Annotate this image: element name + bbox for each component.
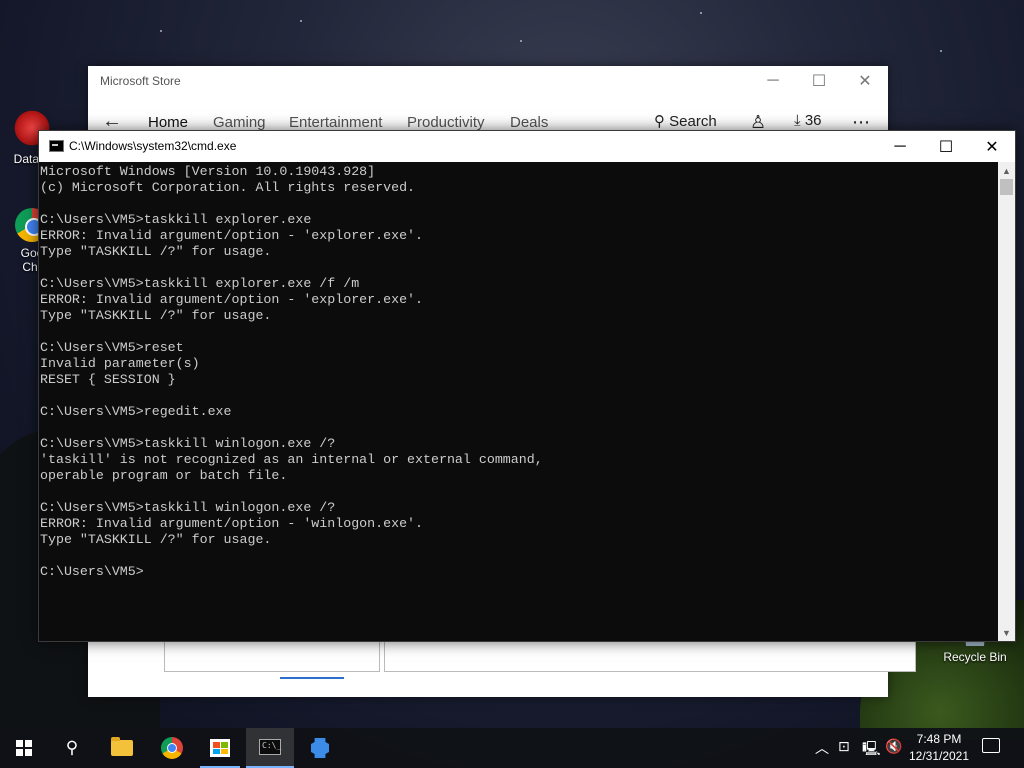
console-line: RESET { SESSION } <box>40 372 176 387</box>
download-icon: ⤓ <box>794 112 801 129</box>
downloads-button[interactable]: ⤓ 36 <box>794 112 822 129</box>
taskbar: ⚲ C:\_ ︿ ⊡ 🖳 🔇 7:48 PM 12/31/2021 <box>0 728 1024 768</box>
store-content-card[interactable] <box>164 640 380 672</box>
scroll-thumb[interactable] <box>1000 179 1013 195</box>
tab-productivity[interactable]: Productivity <box>407 114 485 131</box>
console-line: ERROR: Invalid argument/option - 'explor… <box>40 292 424 307</box>
downloads-count: 36 <box>804 112 822 129</box>
console-line: 'taskill' is not recognized as an intern… <box>40 452 543 467</box>
console-line: ERROR: Invalid argument/option - 'explor… <box>40 228 424 243</box>
store-caption-buttons: ─ ☐ ✕ <box>750 66 888 96</box>
taskbar-cmd[interactable]: C:\_ <box>246 728 294 768</box>
clock[interactable]: 7:48 PM 12/31/2021 <box>902 731 976 765</box>
scroll-up-icon[interactable]: ▲ <box>998 162 1015 179</box>
console-line: C:\Users\VM5>reset <box>40 340 184 355</box>
tab-deals[interactable]: Deals <box>510 114 548 131</box>
console-icon: C:\_ <box>259 739 281 755</box>
star <box>700 12 702 14</box>
console-icon <box>49 140 64 152</box>
store-content-card[interactable] <box>384 640 916 672</box>
volume-muted-icon[interactable]: 🔇 <box>885 738 902 755</box>
cmd-minimize-button[interactable]: ─ <box>877 131 923 162</box>
security-icon[interactable]: ⊡ <box>838 738 850 755</box>
console-line: (c) Microsoft Corporation. All rights re… <box>40 180 416 195</box>
console-line: C:\Users\VM5>taskkill explorer.exe /f /m <box>40 276 360 291</box>
desktop-icon-label: Recycle Bin <box>943 650 1007 664</box>
console-line: operable program or batch file. <box>40 468 288 483</box>
console-line: Type "TASKKILL /?" for usage. <box>40 532 272 547</box>
taskbar-file-explorer[interactable] <box>98 728 146 768</box>
store-bag-icon <box>210 739 230 757</box>
cmd-maximize-button[interactable]: ☐ <box>923 131 969 162</box>
cmd-close-button[interactable]: ✕ <box>969 131 1015 162</box>
taskbar-microsoft-store[interactable] <box>196 728 244 768</box>
app-icon <box>311 738 329 758</box>
console-line: ERROR: Invalid argument/option - 'winlog… <box>40 516 424 531</box>
store-search-label: Search <box>669 113 717 130</box>
console-line: C:\Users\VM5> <box>40 564 144 579</box>
taskbar-search-button[interactable]: ⚲ <box>48 728 96 768</box>
windows-logo-icon <box>16 740 32 756</box>
console-line: C:\Users\VM5>taskkill winlogon.exe /? <box>40 500 336 515</box>
scroll-down-icon[interactable]: ▼ <box>998 624 1015 641</box>
clock-time: 7:48 PM <box>916 732 962 746</box>
star <box>940 50 942 52</box>
search-icon: ⚲ <box>65 738 79 757</box>
cmd-scrollbar[interactable]: ▲ ▼ <box>998 162 1015 641</box>
clock-date: 12/31/2021 <box>908 749 970 763</box>
store-scroll-indicator <box>280 677 344 679</box>
network-icon[interactable]: 🖳 <box>862 738 881 762</box>
console-line: C:\Users\VM5>taskkill explorer.exe <box>40 212 312 227</box>
folder-icon <box>111 737 133 756</box>
taskbar-app[interactable] <box>296 728 344 768</box>
star <box>520 40 522 42</box>
store-window-title: Microsoft Store <box>100 74 181 88</box>
star <box>300 20 302 22</box>
store-minimize-button[interactable]: ─ <box>750 66 796 96</box>
start-button[interactable] <box>0 728 48 768</box>
chrome-icon <box>161 737 183 759</box>
console-output[interactable]: Microsoft Windows [Version 10.0.19043.92… <box>39 162 999 641</box>
store-search-button[interactable]: ⚲ Search <box>654 112 717 130</box>
cmd-title-bar[interactable]: C:\Windows\system32\cmd.exe ─ ☐ ✕ <box>39 131 1015 162</box>
console-line: C:\Users\VM5>regedit.exe <box>40 404 232 419</box>
tab-home[interactable]: Home <box>148 114 188 131</box>
cmd-window: C:\Windows\system32\cmd.exe ─ ☐ ✕ Micros… <box>38 130 1016 642</box>
taskbar-chrome[interactable] <box>148 728 196 768</box>
cmd-caption-buttons: ─ ☐ ✕ <box>877 131 1015 162</box>
search-icon: ⚲ <box>654 113 665 130</box>
star <box>160 30 162 32</box>
console-line: Invalid parameter(s) <box>40 356 200 371</box>
cmd-window-title: C:\Windows\system32\cmd.exe <box>69 139 237 153</box>
store-maximize-button[interactable]: ☐ <box>796 66 842 96</box>
chevron-up-icon[interactable]: ︿ <box>815 738 829 758</box>
console-line: Microsoft Windows [Version 10.0.19043.92… <box>40 164 376 179</box>
console-line: Type "TASKKILL /?" for usage. <box>40 308 272 323</box>
console-line: C:\Users\VM5>taskkill winlogon.exe /? <box>40 436 336 451</box>
tab-entertainment[interactable]: Entertainment <box>289 114 382 131</box>
store-close-button[interactable]: ✕ <box>842 66 888 96</box>
notification-icon[interactable] <box>982 738 1000 753</box>
tab-gaming[interactable]: Gaming <box>213 114 266 131</box>
console-line: Type "TASKKILL /?" for usage. <box>40 244 272 259</box>
